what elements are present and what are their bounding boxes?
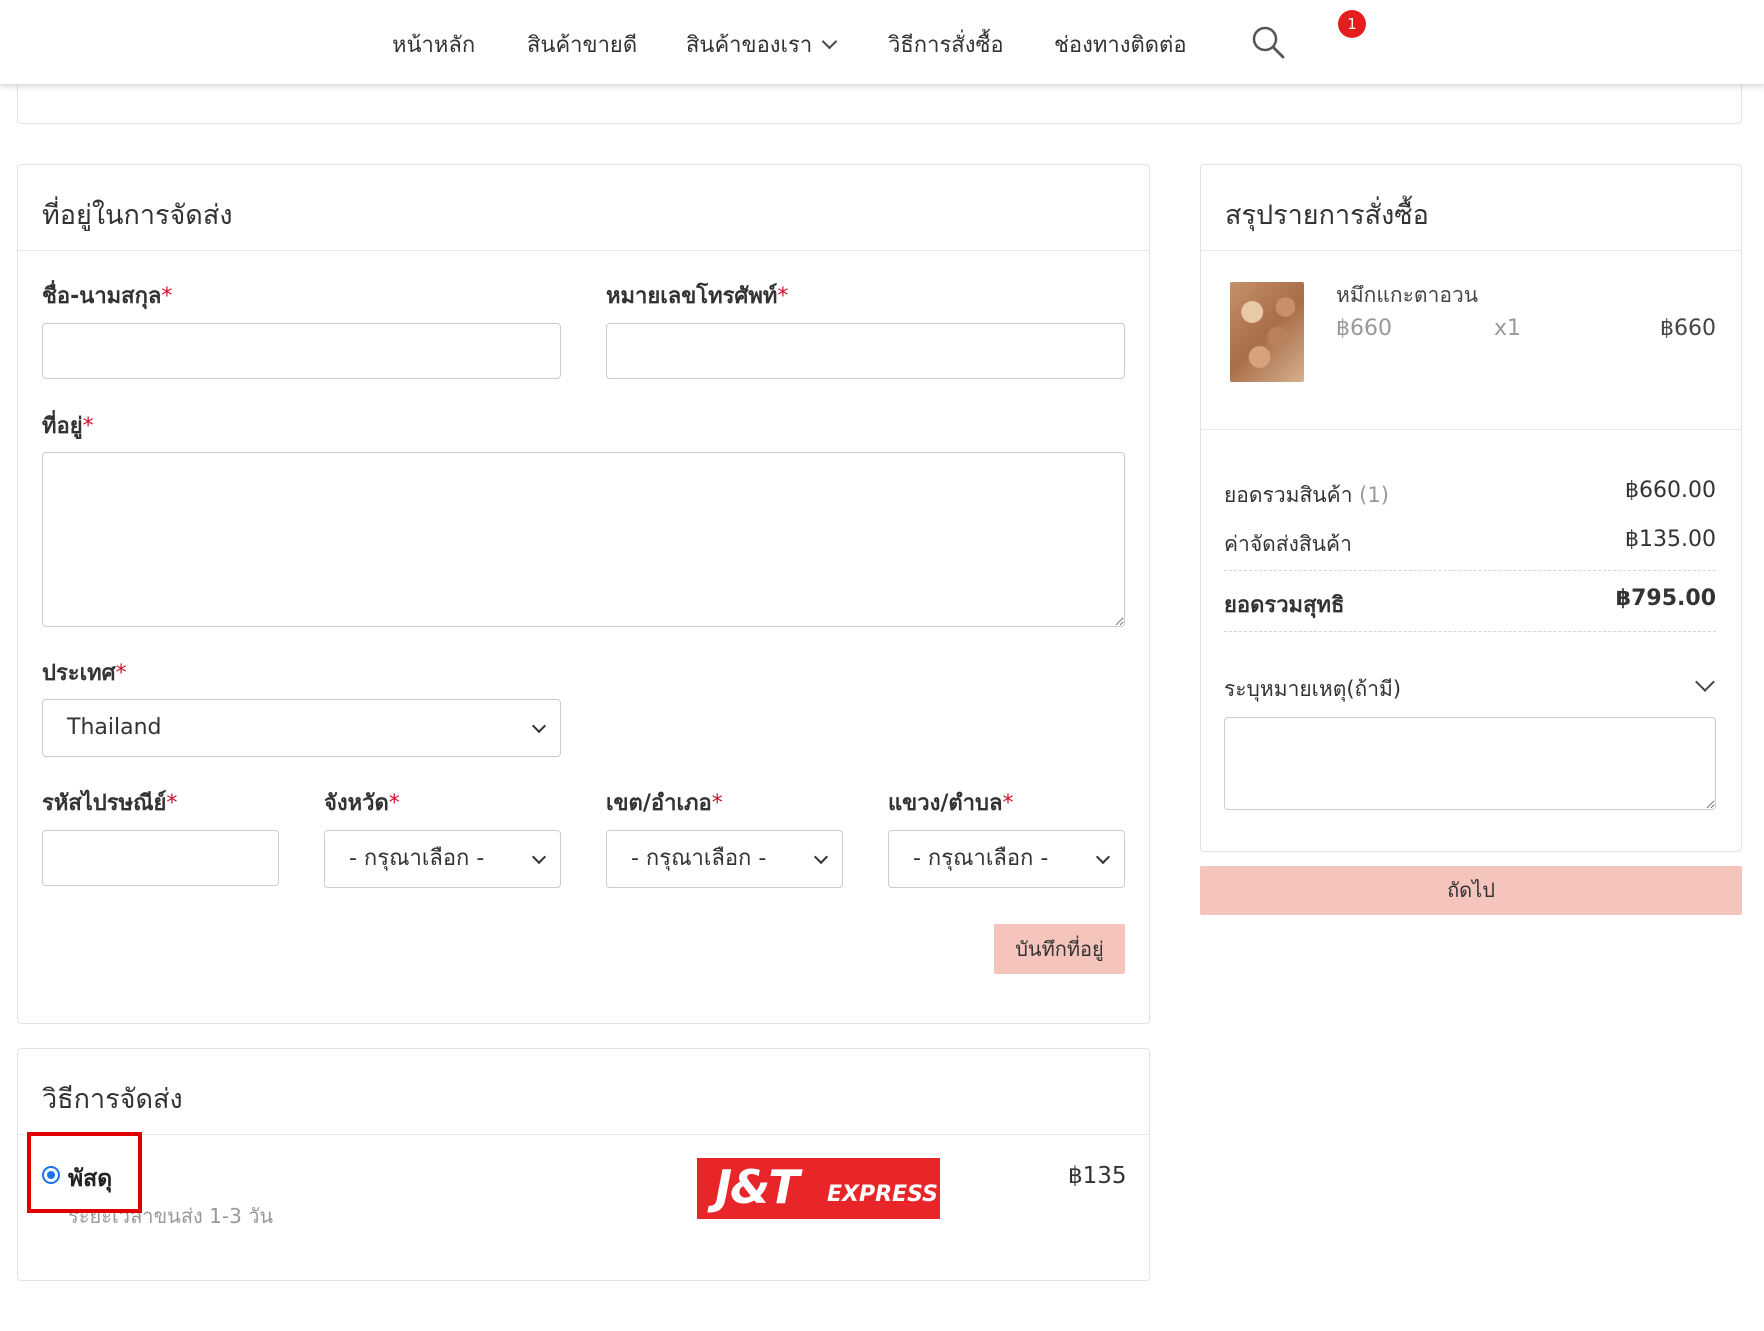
note-label[interactable]: ระบุหมายเหตุ(ถ้ามี) [1224,673,1401,706]
nav-home[interactable]: หน้าหลัก [392,27,475,62]
jt-logo-subtext: EXPRESS [827,1182,938,1207]
address-label: ที่อยู่* [42,414,94,439]
chevron-down-icon [813,849,829,865]
jt-logo-text: J&T [715,1160,800,1214]
summary-dotted-divider [1224,570,1716,571]
save-address-button[interactable]: บันทึกที่อยู่ [994,924,1125,974]
chevron-down-icon [821,33,838,50]
top-navbar: หน้าหลัก สินค้าขายดี สินค้าของเรา วิธีกา… [0,0,1764,84]
product-thumbnail [1230,282,1304,382]
chevron-down-icon [1095,849,1111,865]
nav-contact[interactable]: ช่องทางติดต่อ [1054,27,1187,62]
next-button[interactable]: ถัดไป [1200,866,1742,915]
name-input[interactable] [42,323,561,379]
address-textarea[interactable] [42,452,1125,627]
product-name: หมึกแกะตาอวน [1336,283,1479,307]
phone-input[interactable] [606,323,1125,379]
summary-divider [1201,429,1741,430]
subdistrict-label: แขวง/ตำบล* [888,791,1014,816]
district-select-value: - กรุณาเลือก - [631,846,767,871]
nav-how-to-order[interactable]: วิธีการสั่งซื้อ [888,27,1004,62]
summary-dotted-divider [1224,631,1716,632]
district-label: เขต/อำเภอ* [606,791,723,816]
province-select[interactable]: - กรุณาเลือก - [324,830,561,888]
jt-express-logo: J&T EXPRESS [697,1158,940,1219]
chevron-down-icon [531,718,547,734]
grand-total-label: ยอดรวมสุทธิ [1224,593,1345,618]
product-quantity: x1 [1494,316,1522,341]
nav-products-label: สินค้าของเรา [686,33,813,58]
shipping-address-title: ที่อยู่ในการจัดส่ง [18,165,1149,251]
district-select[interactable]: - กรุณาเลือก - [606,830,843,888]
country-select-value: Thailand [67,715,162,740]
product-line-total: ฿660 [1660,316,1716,341]
shipping-fee-label: ค่าจัดส่งสินค้า [1224,532,1352,556]
province-label: จังหวัด* [324,791,400,816]
postcode-input[interactable] [42,830,279,886]
subdistrict-select[interactable]: - กรุณาเลือก - [888,830,1125,888]
country-select[interactable]: Thailand [42,699,561,757]
highlight-box [27,1132,142,1213]
subdistrict-select-value: - กรุณาเลือก - [913,846,1049,871]
grand-total-value: ฿795.00 [1615,586,1716,611]
shipping-method-card: วิธีการจัดส่ง [17,1048,1150,1281]
postcode-label: รหัสไปรษณีย์* [42,791,178,816]
product-unit-price: ฿660 [1336,316,1392,341]
shipping-fee-value: ฿135.00 [1625,527,1716,552]
search-icon[interactable] [1250,24,1286,60]
shipping-price: ฿135 [1068,1163,1127,1189]
subtotal-label: ยอดรวมสินค้า (1) [1224,483,1389,507]
phone-label: หมายเลขโทรศัพท์* [606,284,789,309]
nav-products[interactable]: สินค้าของเรา [686,27,838,62]
subtotal-value: ฿660.00 [1625,478,1716,503]
name-label: ชื่อ-นามสกุล* [42,284,173,309]
province-select-value: - กรุณาเลือก - [349,846,485,871]
shipping-method-title: วิธีการจัดส่ง [18,1049,1149,1135]
note-textarea[interactable] [1224,717,1716,810]
cart-count-badge[interactable]: 1 [1338,10,1366,38]
nav-bestsellers[interactable]: สินค้าขายดี [527,27,637,62]
chevron-down-icon [531,849,547,865]
country-label: ประเทศ* [42,661,127,686]
order-summary-title: สรุปรายการสั่งซื้อ [1201,165,1741,251]
